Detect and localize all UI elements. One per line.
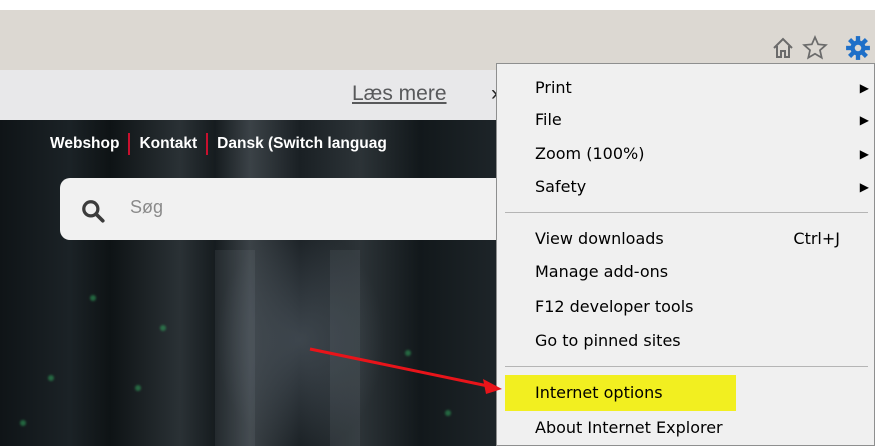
server-light <box>135 385 141 391</box>
nav-separator <box>128 133 131 155</box>
window-top-strip <box>0 0 875 10</box>
menu-item-go-to-pinned-sites[interactable]: Go to pinned sites <box>507 325 874 357</box>
server-light <box>48 375 54 381</box>
submenu-arrow-icon: ▶ <box>859 81 869 95</box>
menu-item-view-downloads[interactable]: View downloads Ctrl+J <box>507 223 874 255</box>
home-icon[interactable] <box>770 34 796 62</box>
background-light-band <box>215 250 255 446</box>
menu-separator <box>505 366 868 367</box>
read-more-link[interactable]: Læs mere <box>352 82 447 106</box>
menu-item-print[interactable]: Print ▶ <box>507 72 874 104</box>
info-bar: Læs mere › <box>0 70 500 120</box>
background-light-band <box>330 250 360 446</box>
menu-item-file[interactable]: File ▶ <box>507 104 874 136</box>
menu-item-internet-options[interactable]: Internet options <box>505 375 736 411</box>
shortcut-label: Ctrl+J <box>793 229 840 248</box>
menu-separator <box>505 212 868 213</box>
website-hero-background: Webshop Kontakt Dansk (Switch languag Sø… <box>0 120 500 446</box>
search-placeholder: Søg <box>130 197 164 217</box>
server-light <box>405 350 411 356</box>
site-top-nav: Webshop Kontakt Dansk (Switch languag <box>50 132 387 156</box>
submenu-arrow-icon: ▶ <box>859 147 869 161</box>
nav-language[interactable]: Dansk (Switch languag <box>217 135 387 153</box>
menu-item-zoom[interactable]: Zoom (100%) ▶ <box>507 138 874 170</box>
star-icon[interactable] <box>802 34 828 62</box>
nav-separator <box>206 133 209 155</box>
submenu-arrow-icon: ▶ <box>859 113 869 127</box>
menu-item-f12-developer-tools[interactable]: F12 developer tools <box>507 291 874 323</box>
server-light <box>445 410 451 416</box>
nav-webshop[interactable]: Webshop <box>50 135 119 153</box>
gear-icon[interactable] <box>845 34 871 62</box>
menu-item-safety[interactable]: Safety ▶ <box>507 171 874 203</box>
search-icon <box>80 198 106 228</box>
menu-item-manage-add-ons[interactable]: Manage add-ons <box>507 256 874 288</box>
submenu-arrow-icon: ▶ <box>859 180 869 194</box>
search-box[interactable]: Søg <box>60 178 500 240</box>
server-light <box>20 420 26 426</box>
browser-toolbar <box>0 10 875 70</box>
server-light <box>160 325 166 331</box>
nav-kontakt[interactable]: Kontakt <box>139 135 197 153</box>
menu-item-about-internet-explorer[interactable]: About Internet Explorer <box>507 412 874 444</box>
server-light <box>90 295 96 301</box>
tools-dropdown-menu: Print ▶ File ▶ Zoom (100%) ▶ Safety ▶ Vi… <box>496 63 875 446</box>
